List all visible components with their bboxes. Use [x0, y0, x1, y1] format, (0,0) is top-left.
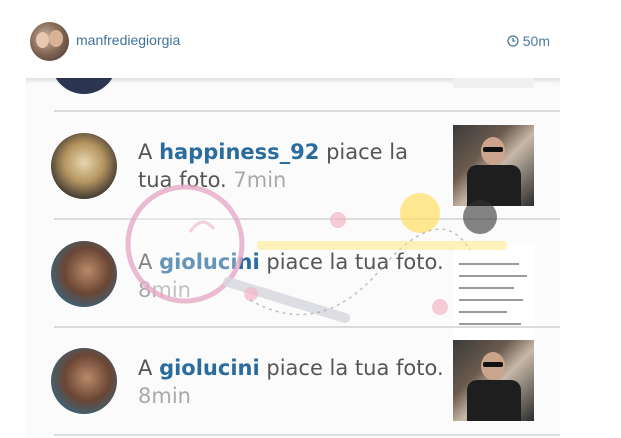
notification-avatar: [51, 241, 117, 307]
post-time: 50m: [507, 33, 550, 49]
notification-prefix: A: [138, 140, 153, 164]
divider: [54, 326, 560, 328]
notification-avatar: [51, 78, 117, 94]
thumbnail-body: [467, 380, 521, 421]
notification-time: 8min: [138, 384, 191, 408]
notification-avatar: [51, 133, 117, 199]
notification-user: giolucini: [159, 356, 260, 380]
thumbnail-glasses: [483, 362, 503, 367]
divider: [54, 110, 560, 112]
divider: [54, 434, 560, 436]
notification-user: happiness_92: [159, 140, 320, 164]
notification-time: 8min: [138, 278, 191, 302]
notification-thumbnail: [453, 78, 534, 88]
notification-action: piace la tua foto.: [266, 356, 444, 380]
notification-time: 7min: [233, 168, 287, 192]
notification-text: A happiness_92 piace la tua foto. 7min: [138, 138, 408, 194]
username-link[interactable]: manfrediegiorgia: [76, 32, 180, 48]
notification-user: giolucini: [159, 250, 260, 274]
avatar-face: [36, 32, 49, 48]
notification-prefix: A: [138, 250, 153, 274]
avatar[interactable]: [30, 22, 69, 61]
notification-action: piace la: [326, 140, 408, 164]
divider: [54, 218, 560, 220]
notification-thumbnail: [453, 125, 534, 206]
clock-icon: [507, 35, 519, 47]
notification-action: tua foto.: [138, 168, 227, 192]
notification-text: A giolucini piace la tua foto. 8min: [138, 248, 444, 304]
notification-prefix: A: [138, 356, 153, 380]
avatar-face: [49, 30, 63, 47]
thumbnail-body: [467, 165, 521, 206]
notification-thumbnail: [453, 340, 534, 421]
notification-text: A giolucini piace la tua foto. 8min: [138, 354, 444, 410]
post-header: manfrediegiorgia 50m: [0, 0, 621, 78]
notification-avatar: [51, 348, 117, 414]
thumbnail-glasses: [483, 147, 503, 152]
post-photo[interactable]: A happiness_92 piace la tua foto. 7min A…: [26, 78, 560, 438]
time-ago-text: 50m: [522, 33, 550, 49]
notification-action: piace la tua foto.: [266, 250, 444, 274]
